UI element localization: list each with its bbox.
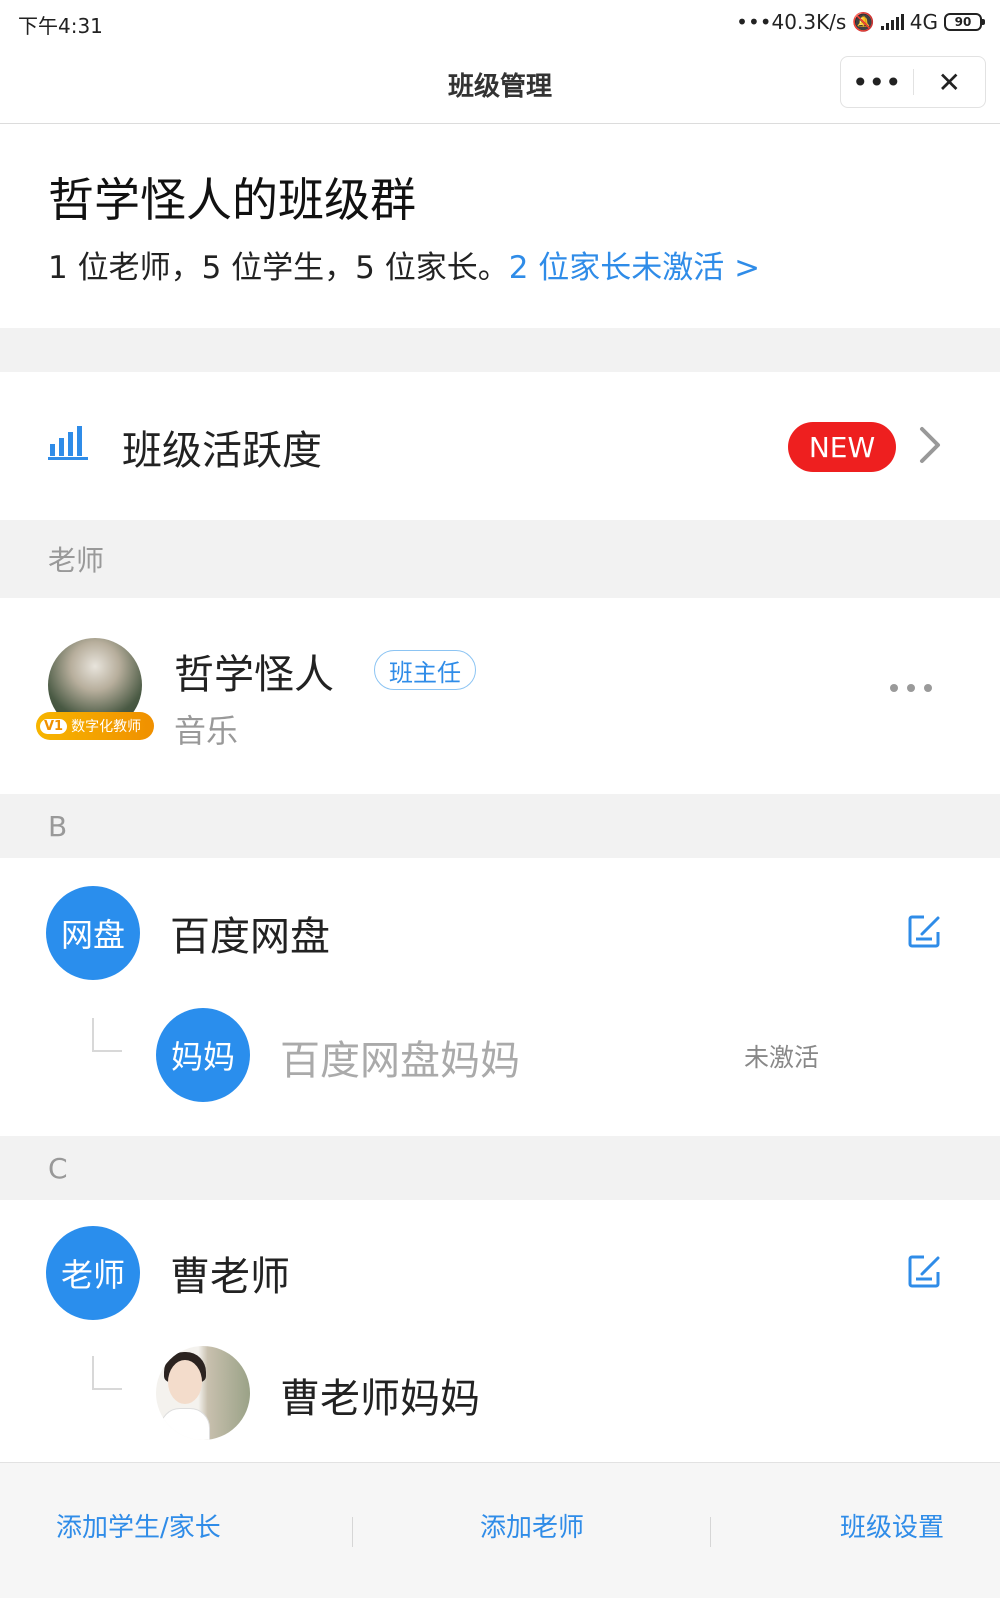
member-counts: 1 位老师，5 位学生，5 位家长。 (48, 250, 509, 286)
parent-row[interactable]: 妈妈 百度网盘妈妈 未激活 (0, 978, 1000, 1136)
bottom-divider (710, 1517, 711, 1547)
teacher-subject: 音乐 (174, 712, 239, 750)
section-header-b: B (0, 794, 1000, 858)
add-student-parent-button[interactable]: 添加学生/家长 (56, 1507, 221, 1544)
tree-connector (92, 1018, 122, 1052)
class-activity-row[interactable]: 班级活跃度 NEW (0, 372, 1000, 520)
inactive-parents-link[interactable]: 2 位家长未激活 > (509, 250, 760, 286)
section-gap (0, 328, 1000, 372)
digital-teacher-badge: V1 数字化教师 (36, 712, 154, 740)
badge-text: 数字化教师 (71, 719, 142, 735)
parent-row[interactable]: 曹老师妈妈 (0, 1320, 1000, 1462)
new-badge: NEW (788, 422, 896, 472)
student-avatar: 网盘 (46, 886, 140, 980)
parent-name: 百度网盘妈妈 (280, 1038, 520, 1084)
close-button[interactable]: ✕ (914, 57, 986, 107)
status-right: •••40.3K/s 🔕 4G 90 (736, 10, 985, 34)
mini-program-capsule: ••• ✕ (840, 56, 986, 108)
parent-name: 曹老师妈妈 (280, 1376, 480, 1422)
edit-icon[interactable] (908, 914, 942, 948)
parent-avatar: 妈妈 (156, 1008, 250, 1102)
activity-label: 班级活跃度 (122, 428, 322, 474)
teacher-name: 哲学怪人 (174, 652, 334, 698)
class-summary: 1 位老师，5 位学生，5 位家长。2 位家长未激活 > (48, 242, 760, 287)
badge-level: V1 (40, 718, 68, 734)
more-options-icon[interactable] (890, 684, 932, 692)
class-settings-button[interactable]: 班级设置 (840, 1507, 944, 1544)
network-speed: •••40.3K/s (736, 10, 847, 34)
edit-icon[interactable] (908, 1254, 942, 1288)
status-bar: 下午4:31 •••40.3K/s 🔕 4G 90 (0, 0, 1000, 46)
head-teacher-tag: 班主任 (374, 650, 476, 690)
app-frame: 下午4:31 •••40.3K/s 🔕 4G 90 班级管理 ••• ✕ 哲学怪… (0, 0, 1000, 1598)
more-menu-button[interactable]: ••• (841, 57, 913, 107)
inactive-status: 未激活 (744, 1043, 820, 1072)
chevron-right-icon (920, 427, 940, 463)
battery-icon: 90 (944, 13, 985, 31)
student-name: 曹老师 (170, 1254, 290, 1300)
class-name: 哲学怪人的班级群 (48, 173, 416, 227)
student-row[interactable]: 老师 曹老师 (0, 1200, 1000, 1320)
mute-bell-icon: 🔕 (852, 11, 875, 33)
class-header: 哲学怪人的班级群 1 位老师，5 位学生，5 位家长。2 位家长未激活 > (0, 124, 1000, 328)
tree-connector (92, 1356, 122, 1390)
parent-avatar (156, 1346, 250, 1440)
teacher-row[interactable]: V1 数字化教师 哲学怪人 班主任 音乐 (0, 598, 1000, 794)
section-header-c: C (0, 1136, 1000, 1200)
add-teacher-button[interactable]: 添加老师 (480, 1507, 584, 1544)
student-name: 百度网盘 (170, 914, 330, 960)
nav-bar: 班级管理 ••• ✕ (0, 46, 1000, 124)
student-row[interactable]: 网盘 百度网盘 (0, 858, 1000, 980)
bottom-divider (352, 1517, 353, 1547)
bottom-action-bar: 添加学生/家长 添加老师 班级设置 (0, 1462, 1000, 1598)
student-avatar: 老师 (46, 1226, 140, 1320)
section-header-teachers: 老师 (0, 520, 1000, 598)
bar-chart-icon (48, 426, 88, 460)
signal-icon (880, 14, 904, 30)
network-type: 4G (909, 10, 938, 34)
status-time: 下午4:31 (18, 14, 103, 38)
